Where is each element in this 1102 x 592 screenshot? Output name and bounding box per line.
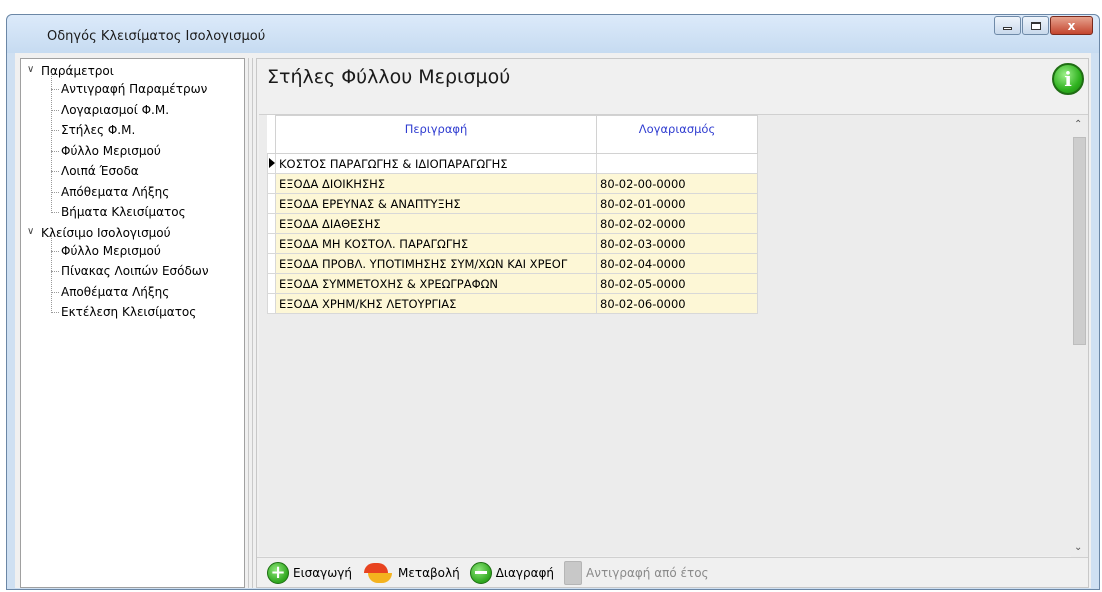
cell-description[interactable]: ΕΞΟΔΑ ΠΡΟΒΛ. ΥΠΟΤΙΜΗΣΗΣ ΣΥΜ/ΧΩΝ ΚΑΙ ΧΡΕΟ… xyxy=(275,253,597,274)
cell-account[interactable]: 80-02-00-0000 xyxy=(596,173,758,194)
tree-item[interactable]: Λογαριασμοί Φ.Μ. xyxy=(61,100,169,120)
current-row-arrow-icon xyxy=(269,157,275,168)
bottom-toolbar: + Εισαγωγή Μεταβολή Διαγραφή Αντιγραφή α… xyxy=(257,557,1088,587)
cell-account[interactable]: 80-02-01-0000 xyxy=(596,193,758,214)
row-indicator[interactable] xyxy=(267,253,276,274)
cell-account[interactable]: 80-02-02-0000 xyxy=(596,213,758,234)
delete-button[interactable]: Διαγραφή xyxy=(469,561,555,584)
tree-item[interactable]: Εκτέλεση Κλεισίματος xyxy=(61,302,196,322)
tree-item[interactable]: Λοιπά Έσοδα xyxy=(61,161,139,181)
cell-description[interactable]: ΕΞΟΔΑ ΔΙΑΘΕΣΗΣ xyxy=(275,213,597,234)
cell-description[interactable]: ΕΞΟΔΑ ΜΗ ΚΟΣΤΟΛ. ΠΑΡΑΓΩΓΗΣ xyxy=(275,233,597,254)
table-row[interactable]: ΕΞΟΔΑ ΔΙΟΙΚΗΣΗΣ 80-02-00-0000 xyxy=(267,173,758,194)
tree-item[interactable]: Φύλλο Μερισμού xyxy=(61,141,161,161)
column-header-description[interactable]: Περιγραφή xyxy=(275,115,597,154)
copy-document-icon xyxy=(564,560,583,585)
wizard-window: Οδηγός Κλεισίματος Ισολογισμού x ∨ Παράμε… xyxy=(6,14,1100,590)
plus-circle-icon: + xyxy=(267,561,289,584)
modify-button[interactable]: Μεταβολή xyxy=(362,561,460,585)
window-controls: x xyxy=(993,16,1093,35)
table-row[interactable]: ΕΞΟΔΑ ΜΗ ΚΟΣΤΟΛ. ΠΑΡΑΓΩΓΗΣ 80-02-03-0000 xyxy=(267,233,758,254)
tree-item[interactable]: Φύλλο Μερισμού xyxy=(61,241,161,261)
minimize-icon xyxy=(1003,27,1012,30)
tree-item[interactable]: Πίνακας Λοιπών Εσόδων xyxy=(61,261,209,281)
table-row[interactable]: ΚΟΣΤΟΣ ΠΑΡΑΓΩΓΗΣ & ΙΔΙΟΠΑΡΑΓΩΓΗΣ xyxy=(267,153,758,174)
table-row[interactable]: ΕΞΟΔΑ ΔΙΑΘΕΣΗΣ 80-02-02-0000 xyxy=(267,213,758,234)
cell-description[interactable]: ΕΞΟΔΑ ΣΥΜΜΕΤΟΧΗΣ & ΧΡΕΩΓΡΑΦΩΝ xyxy=(275,273,597,294)
row-indicator-header xyxy=(267,115,276,154)
delete-label: Διαγραφή xyxy=(495,565,555,580)
row-indicator[interactable] xyxy=(267,293,276,314)
chevron-down-icon[interactable]: ∨ xyxy=(27,226,34,237)
maximize-icon xyxy=(1030,21,1041,30)
copy-from-year-label: Αντιγραφή από έτος xyxy=(586,565,709,580)
cell-account[interactable]: 80-02-05-0000 xyxy=(596,273,758,294)
refresh-arrows-icon xyxy=(362,561,394,585)
scroll-thumb[interactable] xyxy=(1073,137,1086,345)
tree-item[interactable]: Αντιγραφή Παραμέτρων xyxy=(61,79,207,99)
tree-item[interactable]: Στήλες Φ.Μ. xyxy=(61,120,135,140)
table-row[interactable]: ΕΞΟΔΑ ΧΡΗΜ/ΚΗΣ ΛΕΤΟΥΡΓΙΑΣ 80-02-06-0000 xyxy=(267,293,758,314)
row-indicator[interactable] xyxy=(267,193,276,214)
row-indicator[interactable] xyxy=(267,173,276,194)
window-title: Οδηγός Κλεισίματος Ισολογισμού xyxy=(47,29,266,44)
tree-group[interactable]: Κλείσιμο Ισολογισμού xyxy=(41,223,171,243)
insert-button[interactable]: + Εισαγωγή xyxy=(267,561,353,584)
insert-label: Εισαγωγή xyxy=(293,565,353,580)
row-indicator[interactable] xyxy=(267,273,276,294)
table-row[interactable]: ΕΞΟΔΑ ΠΡΟΒΛ. ΥΠΟΤΙΜΗΣΗΣ ΣΥΜ/ΧΩΝ ΚΑΙ ΧΡΕΟ… xyxy=(267,253,758,274)
panel-splitter[interactable] xyxy=(248,58,253,588)
tree-item[interactable]: Αποθέματα Λήξης xyxy=(61,282,169,302)
cell-description[interactable]: ΚΟΣΤΟΣ ΠΑΡΑΓΩΓΗΣ & ΙΔΙΟΠΑΡΑΓΩΓΗΣ xyxy=(275,153,597,174)
vertical-scrollbar[interactable]: ⌃ ⌄ xyxy=(1071,115,1088,557)
cell-description[interactable]: ΕΞΟΔΑ ΔΙΟΙΚΗΣΗΣ xyxy=(275,173,597,194)
cell-description[interactable]: ΕΞΟΔΑ ΕΡΕΥΝΑΣ & ΑΝΑΠΤΥΞΗΣ xyxy=(275,193,597,214)
row-indicator[interactable] xyxy=(267,153,276,174)
tree-item[interactable]: Απόθεματα Λήξης xyxy=(61,182,169,202)
copy-from-year-button[interactable]: Αντιγραφή από έτος xyxy=(564,560,709,585)
info-icon[interactable]: i xyxy=(1052,63,1084,95)
close-icon: x xyxy=(1067,18,1076,33)
cell-account[interactable] xyxy=(596,153,758,174)
table-row[interactable]: ΕΞΟΔΑ ΕΡΕΥΝΑΣ & ΑΝΑΠΤΥΞΗΣ 80-02-01-0000 xyxy=(267,193,758,214)
title-bar[interactable]: Οδηγός Κλεισίματος Ισολογισμού x xyxy=(7,15,1099,53)
tree-item[interactable]: Βήματα Κλεισίματος xyxy=(61,202,186,222)
section-title: Στήλες Φύλλου Μερισμού xyxy=(267,66,511,88)
row-indicator[interactable] xyxy=(267,213,276,234)
columns-grid[interactable]: Περιγραφή Λογαριασμός ΚΟΣΤΟΣ ΠΑΡΑΓΩΓΗΣ &… xyxy=(267,115,758,314)
column-header-account[interactable]: Λογαριασμός xyxy=(596,115,758,154)
modify-label: Μεταβολή xyxy=(398,565,460,580)
cell-account[interactable]: 80-02-04-0000 xyxy=(596,253,758,274)
table-row[interactable]: ΕΞΟΔΑ ΣΥΜΜΕΤΟΧΗΣ & ΧΡΕΩΓΡΑΦΩΝ 80-02-05-00… xyxy=(267,273,758,294)
minimize-button[interactable] xyxy=(994,16,1021,35)
client-area: ∨ Παράμετροι Αντιγραφή Παραμέτρων Λογαριασμ… xyxy=(15,53,1091,588)
grid-area: Περιγραφή Λογαριασμός ΚΟΣΤΟΣ ΠΑΡΑΓΩΓΗΣ &… xyxy=(259,114,1088,557)
cell-account[interactable]: 80-02-03-0000 xyxy=(596,233,758,254)
cell-account[interactable]: 80-02-06-0000 xyxy=(596,293,758,314)
row-indicator[interactable] xyxy=(267,233,276,254)
scroll-up-icon[interactable]: ⌃ xyxy=(1074,119,1082,130)
chevron-down-icon[interactable]: ∨ xyxy=(27,64,34,75)
scroll-down-icon[interactable]: ⌄ xyxy=(1074,542,1082,553)
navigation-tree[interactable]: ∨ Παράμετροι Αντιγραφή Παραμέτρων Λογαριασμ… xyxy=(20,58,245,588)
close-button[interactable]: x xyxy=(1050,16,1093,35)
content-panel: Στήλες Φύλλου Μερισμού i Περιγραφή Λογαρ… xyxy=(256,58,1089,588)
minus-circle-icon xyxy=(469,561,492,584)
maximize-button[interactable] xyxy=(1022,16,1049,35)
cell-description[interactable]: ΕΞΟΔΑ ΧΡΗΜ/ΚΗΣ ΛΕΤΟΥΡΓΙΑΣ xyxy=(275,293,597,314)
